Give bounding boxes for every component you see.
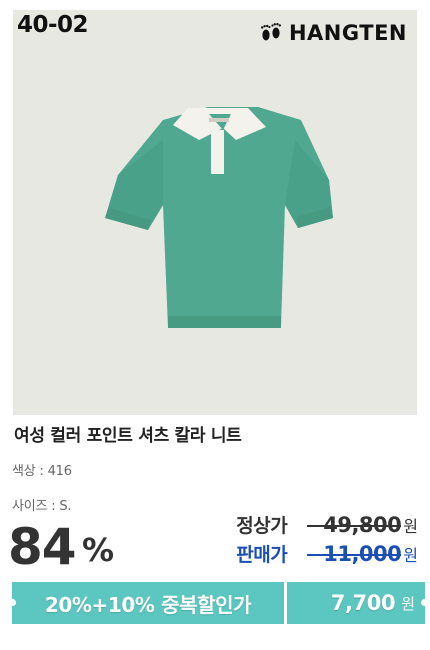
regular-price-row: 정상가 49,800 원 (236, 511, 418, 538)
knit-shirt-image (105, 107, 333, 328)
promo-text: 20%+10% 중복할인가 (44, 592, 252, 617)
final-price-value: 7,700 (330, 591, 396, 615)
color-option: 색상 : 416 (12, 464, 72, 479)
regular-price-label: 정상가 (236, 515, 288, 537)
promo-label-box: 20%+10% 중복할인가 (9, 582, 284, 624)
sale-price-label: 판매가 (236, 544, 288, 566)
sale-price-row: 판매가 11,000 원 (236, 540, 418, 567)
banner-dot-left (9, 599, 16, 606)
promo-banner[interactable]: 20%+10% 중복할인가 7,700 원 (9, 582, 428, 624)
regular-price-currency: 원 (403, 517, 418, 536)
product-title[interactable]: 여성 컬러 포인트 셔츠 칼라 니트 (14, 421, 242, 446)
footprints-icon (260, 23, 281, 41)
sale-price-value: 11,000 (307, 542, 402, 566)
final-price-box: 7,700 원 (287, 582, 428, 624)
brand-logo: HANGTEN (259, 21, 407, 45)
product-code: 40-02 (17, 12, 89, 38)
banner-dot-right (421, 599, 428, 606)
product-image[interactable]: 40-02 HANGTEN (13, 10, 417, 415)
discount-percent-sign: % (82, 531, 115, 569)
brand-name: HANGTEN (288, 21, 407, 45)
discount-percent: 84 (8, 518, 77, 576)
regular-price-value: 49,800 (307, 513, 402, 537)
sale-price-currency: 원 (403, 546, 418, 565)
product-card[interactable]: 40-02 HANGTEN 여성 컬러 포인트 셔츠 칼라 니트 색상 : 41… (0, 0, 430, 650)
size-option: 사이즈 : S. (12, 499, 72, 514)
final-price-currency: 원 (401, 594, 415, 613)
